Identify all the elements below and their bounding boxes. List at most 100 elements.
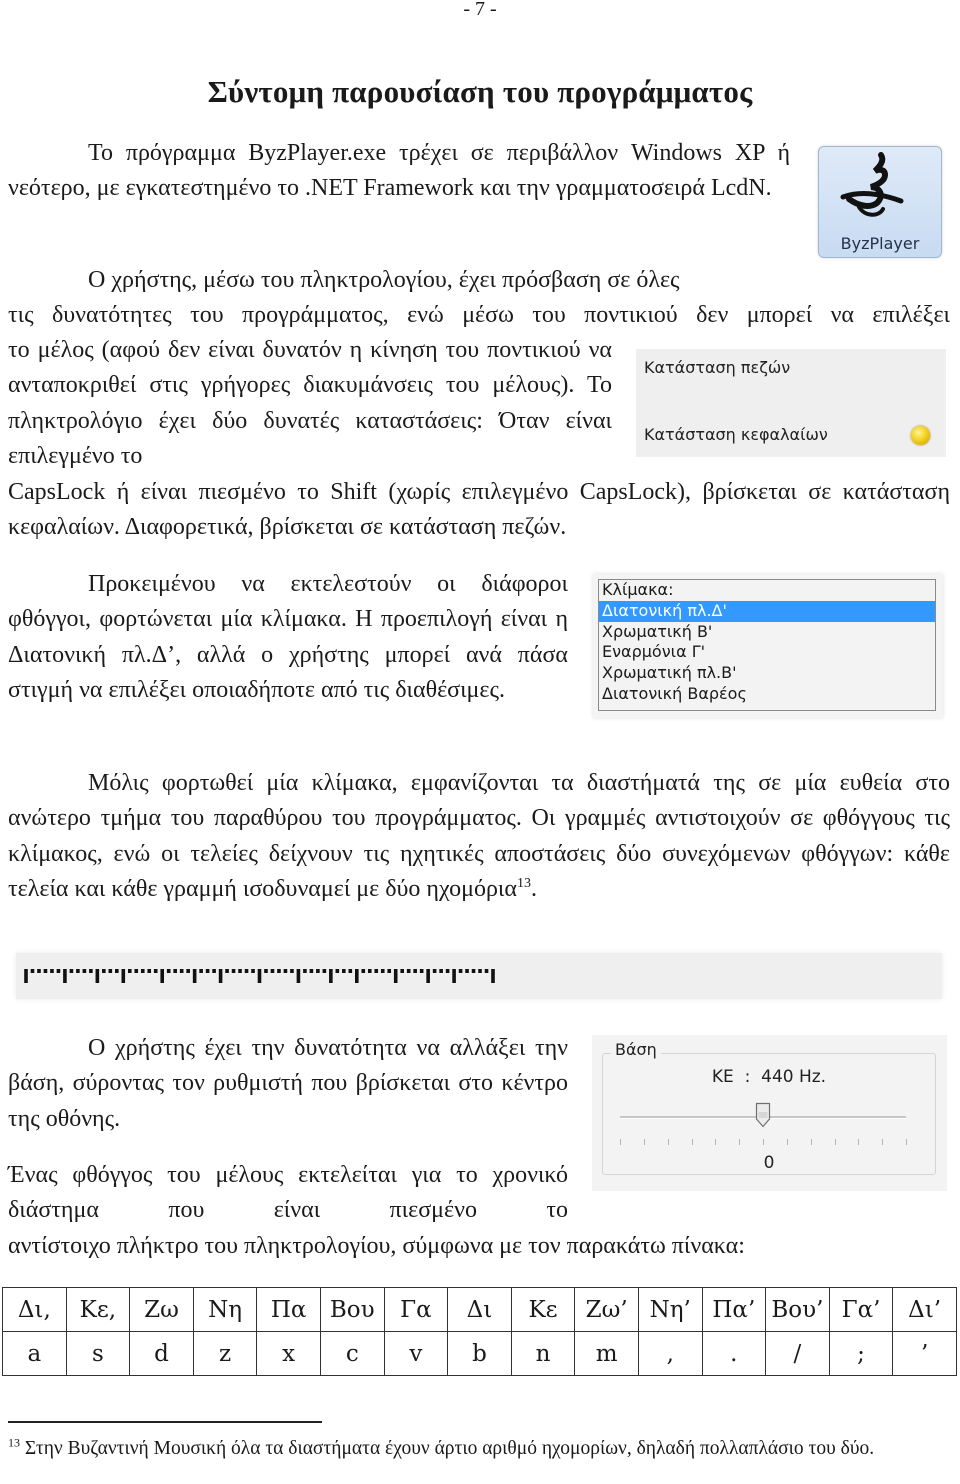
ruler-interval-dot	[205, 969, 210, 973]
slider-tick	[786, 1139, 788, 1145]
scale-listbox[interactable]: Κλίμακα: Διατονική πλ.Δ' Χρωματική Β' Εν…	[598, 579, 936, 711]
intervals-paragraph: Μόλις φορτωθεί μία κλίμακα, εμφανίζονται…	[8, 766, 950, 907]
base-text: Ο χρήστης έχει την δυνατότητα να αλλάξει…	[8, 1035, 568, 1132]
intro-paragraph: Το πρόγραμμα ByzPlayer.exe τρέχει σε περ…	[8, 136, 790, 207]
ruler-note-line	[160, 969, 165, 983]
note-cell: Γα’	[828, 1287, 894, 1332]
ruler-note-line	[257, 969, 262, 983]
ruler-interval-dot	[264, 969, 268, 973]
key-cell: ;	[828, 1331, 894, 1376]
uppercase-indicator-led-icon	[911, 426, 930, 445]
ruler-interval-dot	[348, 969, 353, 973]
ruler-interval-dot	[225, 969, 229, 973]
ruler-interval-dot	[387, 969, 392, 973]
ruler-interval-dot	[82, 969, 87, 973]
ruler-interval-dot	[186, 969, 190, 973]
ruler-interval-dot	[367, 969, 372, 973]
ruler-interval-dot	[147, 969, 152, 973]
ruler-interval-dot	[419, 969, 424, 973]
ruler-interval-dot	[432, 969, 437, 973]
base-slider-thumb[interactable]	[755, 1102, 771, 1128]
ruler-interval-dot	[173, 969, 177, 973]
ruler-interval-dot	[76, 969, 80, 973]
ruler-interval-dot	[322, 969, 327, 973]
ruler-interval-dot	[445, 969, 450, 973]
interval-ruler-graphic	[24, 969, 495, 983]
ruler-interval-dot	[283, 969, 288, 973]
ruler-interval-dot	[108, 969, 113, 973]
note-cell: Δι	[447, 1287, 512, 1332]
base-slider-ticks	[620, 1139, 907, 1147]
key-cell: .	[701, 1331, 767, 1376]
key-cell: b	[447, 1331, 512, 1376]
ruler-note-line	[491, 969, 495, 983]
ruler-interval-dot	[335, 969, 340, 973]
ruler-interval-dot	[380, 969, 385, 973]
key-mapping-table: Δι, Κε, Ζω Νη Πα Βου Γα Δι Κε Ζω’ Νη’ Πα’ Βου’ Γα’ Δι’…	[2, 1287, 957, 1376]
scale-paragraph: Προκειμένου να εκτελεστούν οι διάφοροι φ…	[8, 567, 568, 708]
ruler-interval-dot	[30, 969, 35, 973]
note-cell: Δι,	[2, 1287, 67, 1332]
base-group-label: Βάση	[611, 1040, 661, 1059]
ruler-interval-dot	[231, 969, 236, 973]
note-cell: Κε	[510, 1287, 576, 1332]
note-paragraph-end: αντίστοιχο πλήκτρο του πληκτρολογίου, σύ…	[8, 1233, 745, 1259]
ruler-note-line	[63, 969, 67, 983]
slider-tick	[834, 1139, 836, 1145]
scale-listbox-panel: Κλίμακα: Διατονική πλ.Δ' Χρωματική Β' Εν…	[593, 574, 943, 718]
slider-tick	[643, 1139, 645, 1145]
key-cell: v	[383, 1331, 449, 1376]
key-cell: ,	[637, 1331, 703, 1376]
ruler-note-line	[218, 969, 223, 983]
ruler-interval-dot	[406, 969, 411, 973]
key-cell: ’	[892, 1331, 957, 1376]
page-number: - 7 -	[463, 0, 497, 20]
note-cell: Βου	[319, 1287, 385, 1332]
ruler-interval-dot	[134, 969, 139, 973]
scale-text: Προκειμένου να εκτελεστούν οι διάφοροι φ…	[8, 571, 568, 703]
scale-option[interactable]: Εναρμόνια Γ'	[599, 642, 935, 663]
ruler-interval-dot	[478, 969, 482, 973]
note-cell: Πα	[256, 1287, 321, 1332]
note-cell: Κε,	[65, 1287, 131, 1332]
ruler-interval-dot	[50, 969, 54, 973]
ruler-interval-dot	[166, 969, 171, 973]
scale-option[interactable]: Χρωματική πλ.Β'	[599, 663, 935, 684]
ruler-interval-dot	[140, 969, 145, 973]
logo-label: ByzPlayer	[840, 234, 920, 253]
ruler-interval-dot	[179, 969, 184, 973]
scale-option[interactable]: Διατονική Βαρέος	[599, 684, 935, 705]
scale-option[interactable]: Διατονική πλ.Δ'	[599, 600, 935, 622]
ruler-interval-dot	[251, 969, 255, 973]
ruler-interval-dot	[471, 969, 476, 973]
byzplayer-logo: ByzPlayer	[818, 146, 942, 258]
ruler-note-line	[296, 969, 301, 983]
footnote: 13 Στην Βυζαντινή Μουσική όλα τα διαστήμ…	[8, 1437, 953, 1460]
note-cell: Ζω’	[574, 1287, 639, 1332]
ruler-interval-dot	[270, 969, 275, 973]
ruler-interval-dot	[316, 969, 320, 973]
ruler-interval-dot	[465, 969, 469, 973]
ruler-interval-dot	[439, 969, 443, 973]
key-cell: d	[129, 1331, 194, 1376]
ruler-interval-dot	[361, 969, 366, 973]
ruler-interval-dot	[102, 969, 106, 973]
slider-tick	[906, 1139, 907, 1145]
ruler-interval-dot	[115, 969, 119, 973]
ruler-note-line	[452, 969, 456, 983]
note-cell: Πα’	[701, 1287, 767, 1332]
footnote-separator	[8, 1421, 322, 1423]
slider-tick	[763, 1139, 764, 1145]
note-cell: Βου’	[765, 1287, 830, 1332]
slider-tick	[667, 1139, 669, 1145]
base-slider-value: 0	[763, 1153, 775, 1173]
ruler-interval-dot	[309, 969, 314, 973]
base-frequency-label: ΚΕ : 440 Hz.	[711, 1067, 827, 1087]
ruler-interval-dot	[244, 969, 249, 973]
notes-row: Δι, Κε, Ζω Νη Πα Βου Γα Δι Κε Ζω’ Νη’ Πα’ Βου’ Γα’ Δι’	[2, 1287, 957, 1332]
page-title: Σύντομη παρουσίαση του προγράμματος	[207, 74, 753, 109]
ruler-interval-dot	[374, 969, 379, 973]
keyboard-paragraph-wrap: το μέλος (αφού δεν είναι δυνατόν η κίνησ…	[8, 337, 612, 469]
keyboard-paragraph-line1: Ο χρήστης, μέσω του πληκτρολογίου, έχει …	[8, 263, 790, 298]
scale-option[interactable]: Χρωματική Β'	[599, 622, 935, 643]
